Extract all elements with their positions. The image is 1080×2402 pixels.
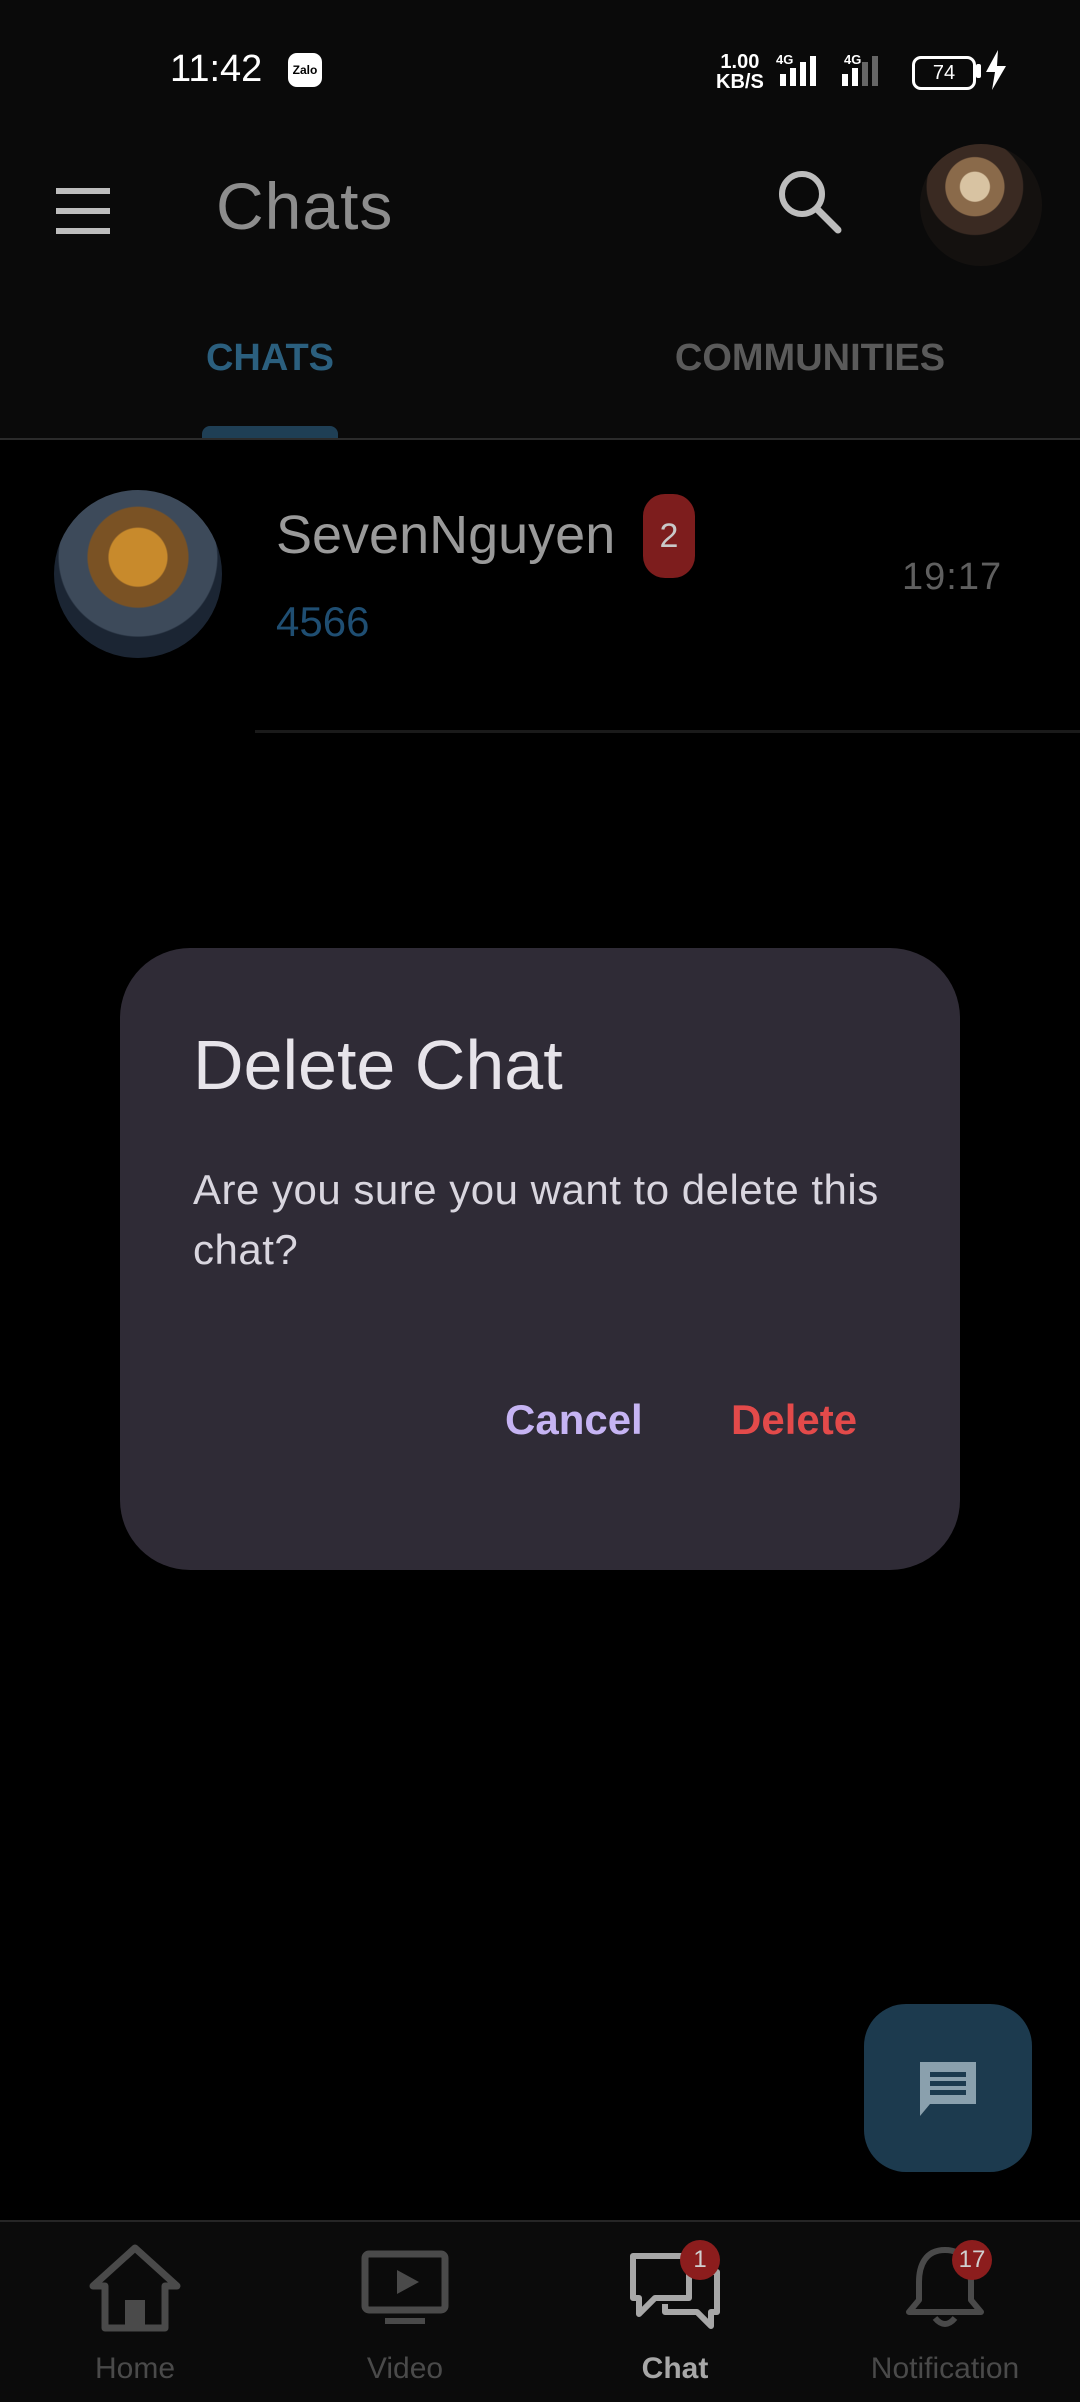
nav-video-label: Video [366,2352,444,2385]
tab-communities[interactable]: COMMUNITIES [540,290,1080,438]
search-icon[interactable] [774,166,844,236]
tab-chats[interactable]: CHATS [0,290,540,438]
profile-avatar[interactable] [920,144,1042,266]
delete-button[interactable]: Delete [731,1396,857,1444]
page-title: Chats [216,169,394,243]
dialog-message: Are you sure you want to delete this cha… [193,1166,879,1273]
charging-icon [986,50,1006,90]
network-speed-unit: KB/S [716,71,764,93]
network-speed-value: 1.00 [720,51,760,73]
chat-name: SevenNguyen [276,505,616,565]
nav-chat-label: Chat [641,2352,709,2385]
chat-avatar [54,490,222,658]
dialog-title: Delete Chat [193,1026,563,1104]
notification-nav-badge: 17 [952,2240,992,2280]
nav-home-label: Home [94,2352,176,2385]
home-icon [89,2244,181,2332]
chat-nav-badge: 1 [680,2240,720,2280]
video-icon [361,2250,449,2324]
unread-badge: 2 [643,494,695,578]
active-tab-indicator [202,426,338,438]
signal-type-label-2: 4G [844,52,861,67]
app-bar [0,140,1080,290]
signal-icon-2: 4G [842,52,878,86]
signal-icon: 4G [776,52,816,86]
message-icon [920,2062,976,2116]
zalo-notification-icon: Zalo [288,53,322,87]
tab-bar: CHATS COMMUNITIES [0,290,1080,440]
chat-last-message: 4566 [276,598,370,645]
status-time: 11:42 [170,48,263,90]
menu-icon[interactable] [50,178,120,248]
battery-level: 74 [912,56,976,90]
nav-notification[interactable]: 17 Notification [810,2220,1080,2400]
battery-cap [976,64,981,78]
network-speed: 1.00 KB/S [716,52,764,92]
nav-home[interactable]: Home [0,2220,270,2400]
nav-notification-label: Notification [870,2352,1020,2385]
cancel-button[interactable]: Cancel [505,1396,643,1444]
chat-timestamp: 19:17 [902,556,1003,598]
divider [255,730,1080,733]
signal-type-label: 4G [776,52,793,67]
nav-video[interactable]: Video [270,2220,540,2400]
nav-chat[interactable]: 1 Chat [540,2220,810,2400]
